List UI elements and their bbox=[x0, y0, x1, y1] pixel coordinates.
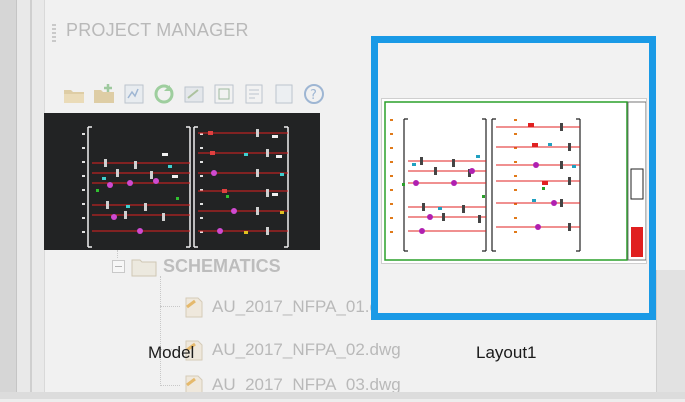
help-icon[interactable]: ? bbox=[302, 82, 326, 106]
reports-icon[interactable] bbox=[242, 82, 266, 106]
collapse-toggle-icon[interactable] bbox=[112, 260, 125, 273]
model-preview-thumbnail[interactable] bbox=[44, 113, 320, 250]
tree-connector bbox=[160, 276, 162, 386]
dwg-file-icon bbox=[182, 295, 206, 319]
open-project-icon[interactable] bbox=[62, 82, 86, 106]
model-preview-label: Model bbox=[148, 343, 195, 362]
tree-connector bbox=[160, 385, 180, 387]
file-label: AU_2017_NFPA_02.dwg bbox=[212, 340, 401, 359]
panel-grip-handle[interactable] bbox=[52, 24, 56, 44]
dock-divider[interactable] bbox=[30, 0, 32, 399]
folder-label: SCHEMATICS bbox=[163, 256, 281, 276]
folder-icon bbox=[131, 257, 157, 277]
tree-file-item[interactable]: AU_2017_NFPA_01.dwg bbox=[182, 295, 401, 319]
settings-icon[interactable] bbox=[272, 82, 296, 106]
properties-icon[interactable] bbox=[122, 82, 146, 106]
title-block-icon[interactable] bbox=[212, 82, 236, 106]
layout-schematic-drawing bbox=[384, 101, 646, 261]
layout-preview-label: Layout1 bbox=[476, 343, 537, 362]
project-toolbar: ? bbox=[62, 82, 326, 114]
scrollbar[interactable] bbox=[656, 270, 685, 399]
new-project-icon[interactable] bbox=[92, 82, 116, 106]
tree-connector bbox=[160, 306, 180, 308]
panel-title: PROJECT MANAGER bbox=[66, 20, 249, 40]
tree-file-item[interactable]: AU_2017_NFPA_02.dwg bbox=[182, 338, 401, 362]
status-strip bbox=[0, 392, 685, 399]
refresh-icon[interactable] bbox=[152, 82, 176, 106]
model-schematic-drawing bbox=[82, 126, 289, 248]
tree-folder-schematics[interactable]: SCHEMATICS bbox=[112, 256, 281, 277]
layout-preview-thumbnail[interactable] bbox=[381, 98, 647, 264]
drawing-list-icon[interactable] bbox=[182, 82, 206, 106]
left-dock-edge bbox=[0, 0, 17, 399]
svg-text:?: ? bbox=[310, 88, 317, 103]
